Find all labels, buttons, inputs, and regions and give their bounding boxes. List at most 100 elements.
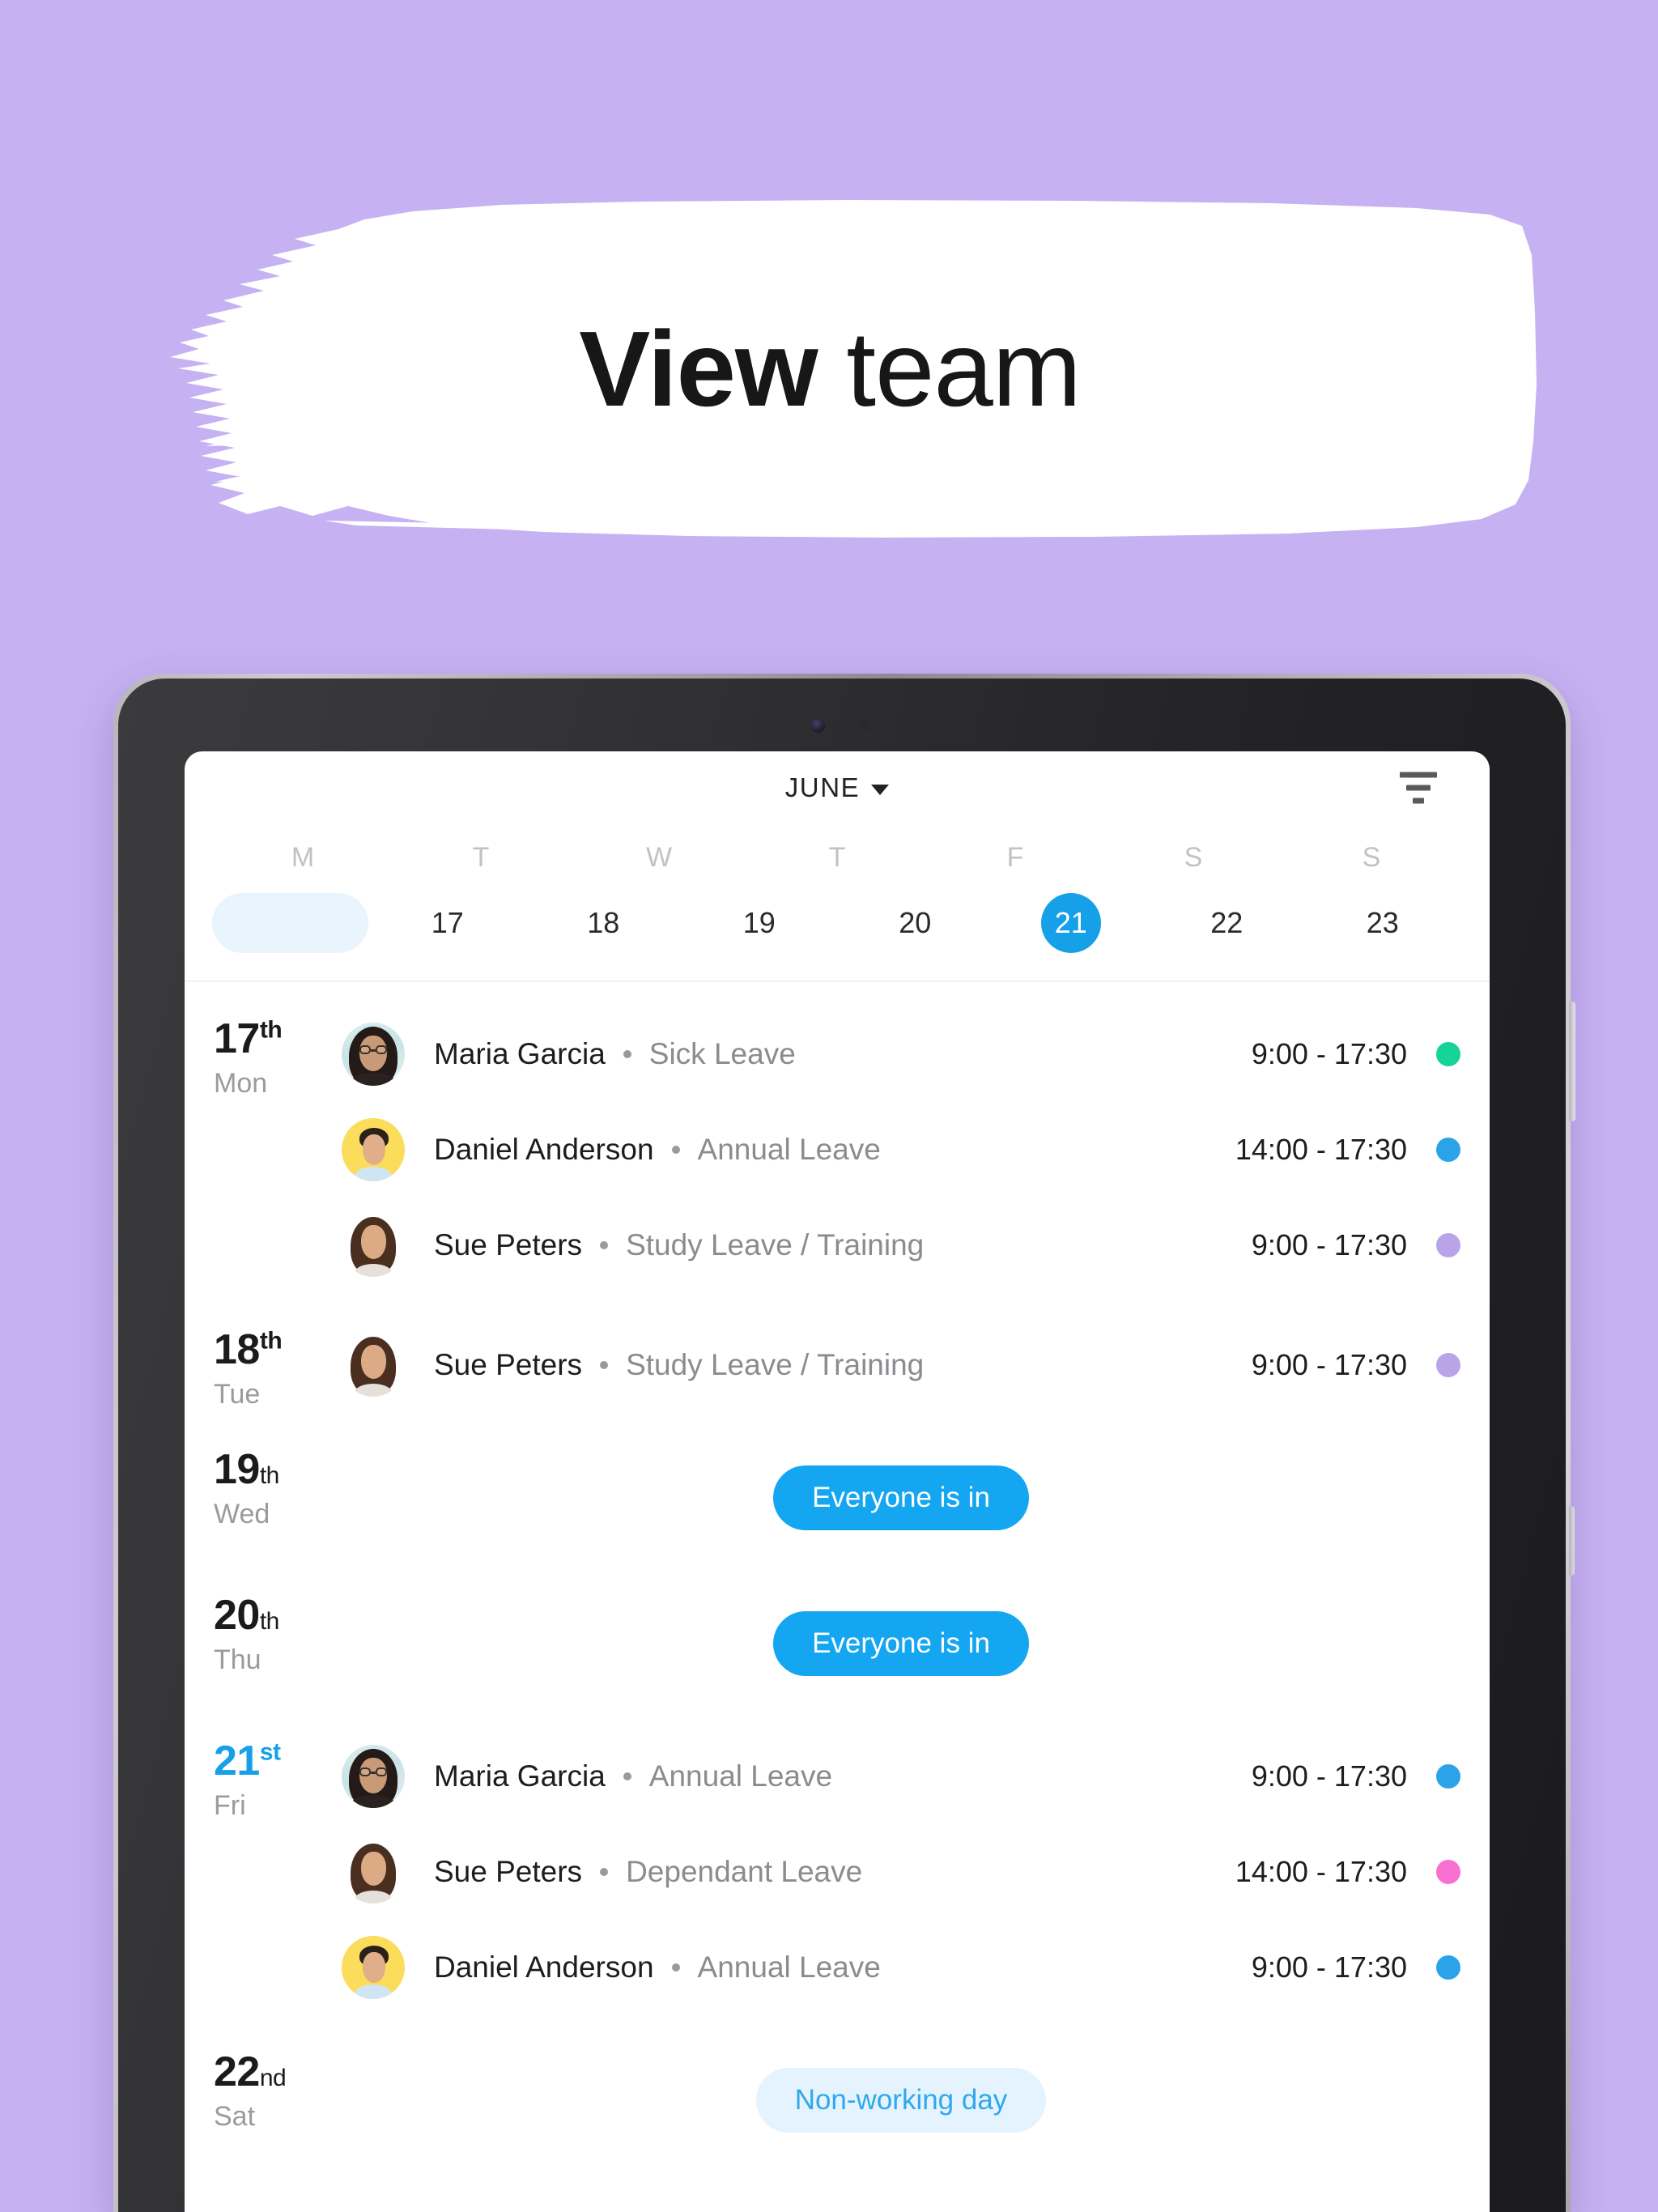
date-cell-19[interactable]: 19 <box>682 893 838 953</box>
leave-status-dot <box>1436 1233 1460 1257</box>
day-entries: Maria Garcia Annual Leave 9:00 - 17:30 Sue … <box>342 1729 1460 2015</box>
leave-status-dot <box>1436 1955 1460 1980</box>
dow-label-3: T <box>828 842 846 873</box>
dow-label-6: S <box>1362 842 1381 873</box>
leave-time-range: 9:00 - 17:30 <box>1251 1228 1407 1261</box>
entry-text: Daniel Anderson Annual Leave <box>434 1133 1235 1167</box>
day-weekday: Mon <box>214 1068 268 1099</box>
day-label: 22nd Sat <box>214 2040 342 2161</box>
entry-text: Maria Garcia Sick Leave <box>434 1037 1252 1071</box>
entry-text: Sue Peters Dependant Leave <box>434 1855 1235 1889</box>
employee-name: Sue Peters <box>434 1855 583 1888</box>
leave-entry-row[interactable]: Sue Peters Dependant Leave 14:00 - 17:30 <box>342 1824 1460 1920</box>
date-cell-20[interactable]: 20 <box>837 893 993 953</box>
leave-type: Annual Leave <box>697 1950 881 1984</box>
employee-name: Daniel Anderson <box>434 1950 654 1984</box>
separator-dot-icon <box>671 1963 680 1972</box>
leave-type: Study Leave / Training <box>626 1348 925 1381</box>
day-suffix: th <box>259 1327 283 1355</box>
day-number: 17th <box>214 1015 283 1062</box>
leave-time-range: 9:00 - 17:30 <box>1251 1348 1407 1381</box>
month-label: JUNE <box>784 772 861 802</box>
date-label: 19 <box>742 906 776 939</box>
day-group: 20th Thu Everyone is in <box>214 1559 1460 1704</box>
separator-dot-icon <box>623 1050 631 1058</box>
day-weekday: Sat <box>214 2101 256 2132</box>
day-number: 22nd <box>214 2048 287 2095</box>
day-number: 18th <box>214 1326 283 1373</box>
leave-entry-row[interactable]: Daniel Anderson Annual Leave 9:00 - 17:30 <box>342 1920 1460 2015</box>
avatar-sue-peters <box>342 1840 405 1904</box>
headline-banner: View team <box>121 198 1538 538</box>
month-selector[interactable]: JUNE <box>785 772 890 803</box>
day-suffix: th <box>259 1462 280 1489</box>
avatar-daniel-anderson <box>342 1118 405 1181</box>
entry-text: Sue Peters Study Leave / Training <box>434 1348 1252 1382</box>
page-title-light: team <box>817 308 1081 428</box>
date-cell-22[interactable]: 22 <box>1149 893 1305 953</box>
leave-entry-row[interactable]: Sue Peters Study Leave / Training 9:00 - 1… <box>342 1317 1460 1413</box>
day-entries: Sue Peters Study Leave / Training 9:00 - 1… <box>342 1317 1460 1413</box>
date-cell-17[interactable]: 17 <box>370 893 526 953</box>
leave-status-dot <box>1436 1042 1460 1066</box>
date-label: 17 <box>431 906 464 939</box>
date-cell-21[interactable]: 21 <box>993 893 1150 953</box>
leave-time-range: 14:00 - 17:30 <box>1235 1855 1407 1888</box>
day-weekday: Tue <box>214 1379 261 1410</box>
day-suffix: th <box>259 1016 283 1044</box>
avatar-maria-garcia <box>342 1023 405 1086</box>
date-label: 23 <box>1366 906 1399 939</box>
employee-name: Sue Peters <box>434 1228 583 1261</box>
day-list: 17th Mon Maria Garcia Sick Leave 9:00 - 17:3… <box>185 982 1490 2161</box>
day-label: 19th Wed <box>214 1437 342 1559</box>
leave-type: Dependant Leave <box>626 1855 863 1888</box>
dow-label-4: F <box>1006 842 1024 873</box>
day-suffix: th <box>259 1608 280 1635</box>
leave-entry-row[interactable]: Daniel Anderson Annual Leave 14:00 - 17:30 <box>342 1102 1460 1197</box>
day-badge-row: Non-working day <box>342 2040 1460 2161</box>
leave-entry-row[interactable]: Maria Garcia Sick Leave 9:00 - 17:30 <box>342 1006 1460 1102</box>
filter-icon[interactable] <box>1399 772 1438 804</box>
day-suffix: nd <box>259 2065 287 2091</box>
day-weekday: Thu <box>214 1644 261 1675</box>
leave-status-dot <box>1436 1860 1460 1884</box>
dow-label-2: W <box>645 842 673 873</box>
everyone-is-in-badge[interactable]: Everyone is in <box>773 1465 1029 1530</box>
leave-entry-row[interactable]: Maria Garcia Annual Leave 9:00 - 17:30 <box>342 1729 1460 1824</box>
separator-dot-icon <box>623 1772 631 1780</box>
day-number: 21st <box>214 1738 281 1784</box>
leave-time-range: 9:00 - 17:30 <box>1251 1950 1407 1984</box>
leave-status-dot <box>1436 1353 1460 1377</box>
date-cell-23[interactable]: 23 <box>1305 893 1461 953</box>
power-button[interactable] <box>1569 1506 1575 1576</box>
separator-dot-icon <box>600 1868 609 1876</box>
day-label: 17th Mon <box>214 1006 342 1293</box>
non-working-day-badge[interactable]: Non-working day <box>755 2068 1047 2133</box>
day-group: 22nd Sat Non-working day <box>214 2015 1460 2161</box>
day-group: 21st Fri Maria Garcia Annual Leave 9:00 - 17… <box>214 1704 1460 2015</box>
day-group: 17th Mon Maria Garcia Sick Leave 9:00 - 17:3… <box>214 982 1460 1293</box>
filter-bar-3 <box>1413 798 1424 804</box>
date-cell-18[interactable]: 18 <box>525 893 682 953</box>
volume-button[interactable] <box>1569 1002 1575 1121</box>
date-label: 20 <box>899 906 932 939</box>
leave-time-range: 9:00 - 17:30 <box>1251 1759 1407 1793</box>
app-screen: JUNE M T W T F S S 17 18 19 20 21 22 23 17th Mon Maria… <box>185 751 1490 2212</box>
avatar-maria-garcia <box>342 1745 405 1808</box>
sensor-icon <box>860 721 869 731</box>
entry-text: Daniel Anderson Annual Leave <box>434 1950 1252 1984</box>
filter-bar-1 <box>1400 772 1437 778</box>
date-label: 22 <box>1210 906 1244 939</box>
everyone-is-in-badge[interactable]: Everyone is in <box>773 1611 1029 1676</box>
day-label: 21st Fri <box>214 1729 342 2015</box>
entry-text: Sue Peters Study Leave / Training <box>434 1228 1252 1262</box>
day-number: 19th <box>214 1446 280 1493</box>
chevron-down-icon <box>871 784 890 795</box>
avatar-sue-peters <box>342 1334 405 1397</box>
day-group: 18th Tue Sue Peters Study Leave / Training 9… <box>214 1293 1460 1413</box>
employee-name: Daniel Anderson <box>434 1133 654 1166</box>
weekend-highlight-pill <box>212 893 368 953</box>
leave-status-dot <box>1436 1138 1460 1162</box>
leave-entry-row[interactable]: Sue Peters Study Leave / Training 9:00 - 1… <box>342 1197 1460 1293</box>
day-weekday: Fri <box>214 1790 246 1821</box>
